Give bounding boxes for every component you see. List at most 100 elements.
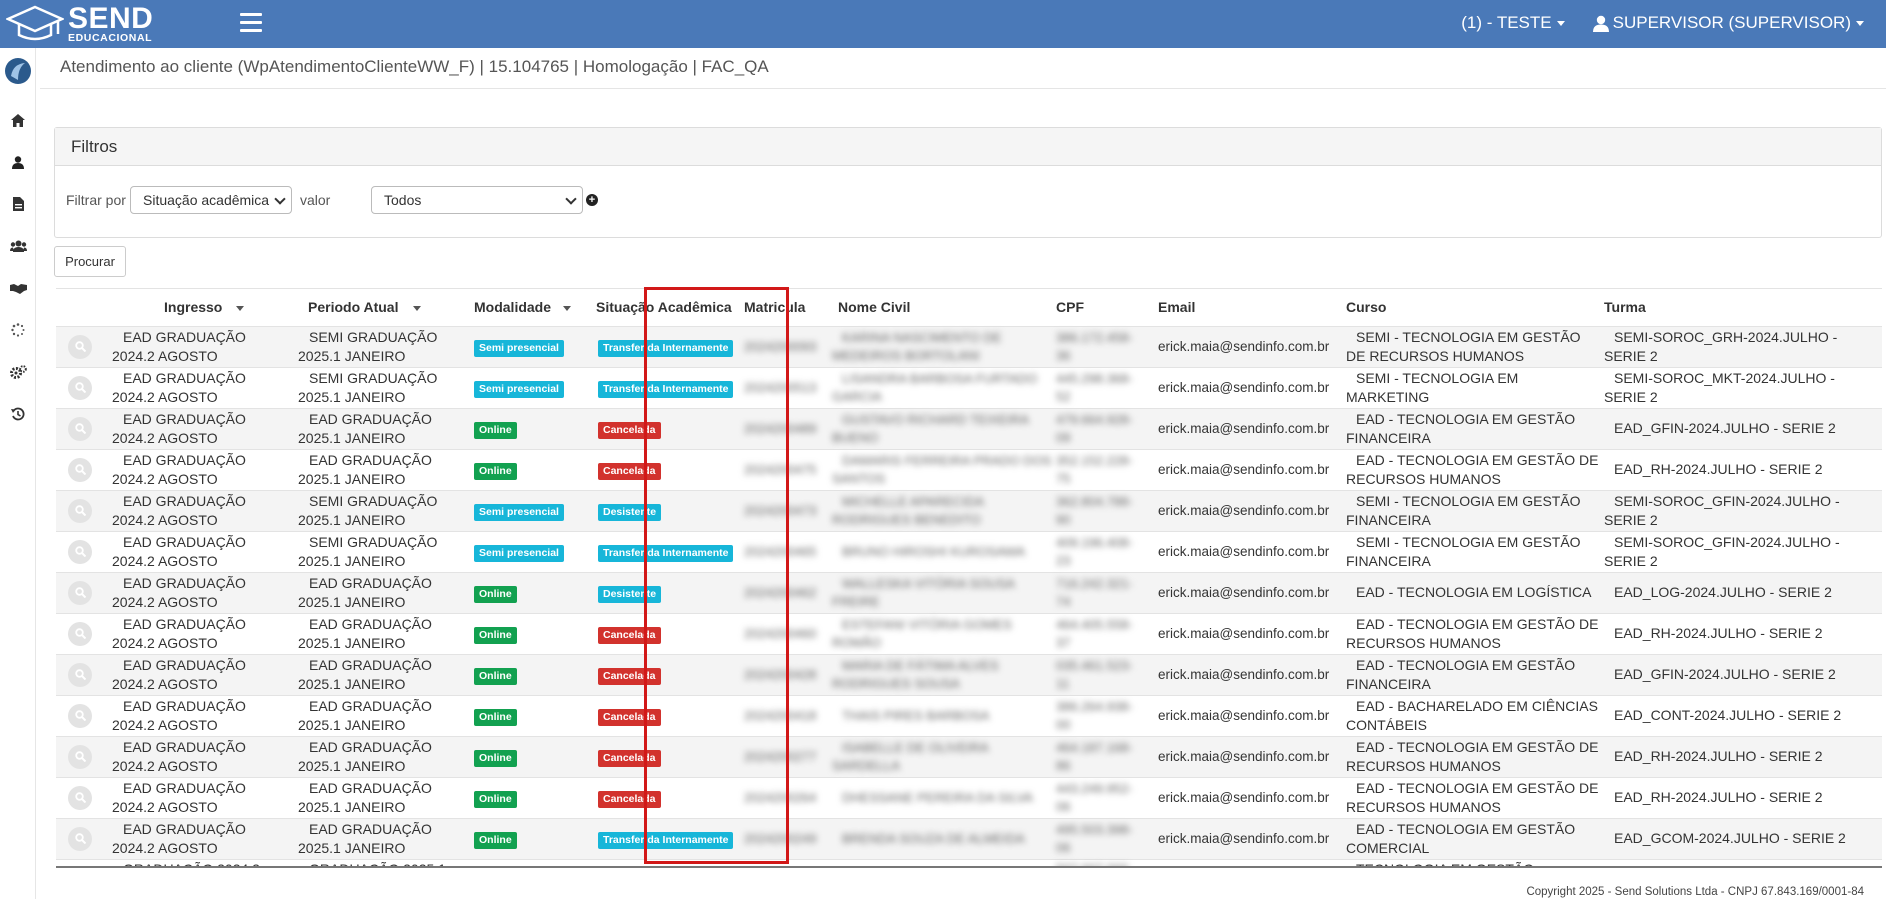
unit-menu[interactable]: (1) - TESTE xyxy=(1461,13,1565,33)
header-divider xyxy=(40,88,1886,89)
table-row[interactable]: EAD GRADUAÇÃO 2024.2 AGOSTO SEMI GRADUAÇÃ… xyxy=(56,530,1882,572)
cpf-cell: 479.664.928-09 xyxy=(1056,411,1133,445)
home-icon[interactable] xyxy=(8,110,28,130)
matricula-cell: 2024200264 xyxy=(744,789,817,805)
email-cell: erick.maia@sendinfo.com.br xyxy=(1158,380,1330,395)
view-record-icon[interactable] xyxy=(68,375,92,400)
table-row[interactable]: EAD GRADUAÇÃO 2024.2 AGOSTO EAD GRADUAÇÃO… xyxy=(56,612,1882,654)
menu-toggle-icon[interactable] xyxy=(240,13,262,33)
col-nome[interactable]: Nome Civil xyxy=(832,289,1056,326)
view-record-icon[interactable] xyxy=(68,662,92,687)
curso-cell: EAD - TECNOLOGIA EM GESTÃO FINANCEIRA xyxy=(1346,656,1576,692)
view-record-icon[interactable] xyxy=(68,334,92,359)
table-row[interactable]: EAD GRADUAÇÃO 2024.2 AGOSTO EAD GRADUAÇÃO… xyxy=(56,817,1882,859)
nome-cell: MARIA DE FÁTIMA ALVES RODRIGUES SOUSA xyxy=(832,657,999,691)
view-record-icon[interactable] xyxy=(68,457,92,482)
col-matricula[interactable]: Matricula xyxy=(738,289,832,326)
table-row[interactable]: EAD GRADUAÇÃO 2024.2 AGOSTO EAD GRADUAÇÃO… xyxy=(56,735,1882,777)
gears-icon[interactable] xyxy=(8,362,28,382)
view-record-icon[interactable] xyxy=(68,539,92,564)
table-row[interactable]: EAD GRADUAÇÃO 2024.2 AGOSTO EAD GRADUAÇÃO… xyxy=(56,776,1882,818)
matricula-cell: 2024200475 xyxy=(744,461,817,477)
view-record-icon[interactable] xyxy=(68,785,92,810)
curso-cell: EAD - BACHARELADO EM CIÊNCIAS CONTÁBEIS xyxy=(1346,697,1598,733)
turma-cell: SEMI-SOROC_GFIN-2024.JULHO - SERIE 2 xyxy=(1604,492,1840,528)
periodo-cell: EAD GRADUAÇÃO 2025.1 JANEIRO xyxy=(298,574,432,610)
modalidade-badge: Semi presencial xyxy=(474,339,564,357)
matricula-cell: 2024200428 xyxy=(744,666,817,682)
periodo-cell: EAD GRADUAÇÃO 2025.1 JANEIRO xyxy=(298,615,432,651)
matricula-cell: 2024200277 xyxy=(744,748,817,764)
situacao-badge: Cancelada xyxy=(598,708,661,726)
user-menu[interactable]: SUPERVISOR (SUPERVISOR) xyxy=(1592,13,1864,33)
chevron-down-icon xyxy=(1856,20,1864,26)
col-email[interactable]: Email xyxy=(1158,289,1346,326)
view-record-icon[interactable] xyxy=(68,826,92,851)
sort-caret-icon[interactable] xyxy=(236,306,245,312)
nome-cell: KARINA NASCIMENTO DE MEDEIROS BORTOLANI xyxy=(832,329,1002,363)
ingresso-cell: EAD GRADUAÇÃO 2024.2 AGOSTO xyxy=(112,328,246,364)
table-row[interactable]: EAD GRADUAÇÃO 2024.2 AGOSTO SEMI GRADUAÇÃ… xyxy=(56,325,1882,367)
document-icon[interactable] xyxy=(8,194,28,214)
table-body: EAD GRADUAÇÃO 2024.2 AGOSTO SEMI GRADUAÇÃ… xyxy=(56,325,1882,868)
filter-value-select[interactable]: Todos xyxy=(371,186,583,214)
table-row[interactable]: EAD GRADUAÇÃO 2024.2 AGOSTO SEMI GRADUAÇÃ… xyxy=(56,489,1882,531)
view-record-icon[interactable] xyxy=(68,498,92,523)
situacao-badge: Transferida Internamente xyxy=(598,831,734,849)
value-label: valor xyxy=(300,192,331,208)
situacao-badge: Desistente xyxy=(598,585,662,603)
view-record-icon[interactable] xyxy=(68,703,92,728)
spinner-icon[interactable] xyxy=(8,320,28,340)
curso-cell: EAD - TECNOLOGIA EM GESTÃO FINANCEIRA xyxy=(1346,410,1576,446)
situacao-badge: Cancelada xyxy=(598,462,661,480)
filter-field-select[interactable]: Situação acadêmica xyxy=(130,186,292,214)
history-icon[interactable] xyxy=(8,404,28,424)
table-row[interactable]: EAD GRADUAÇÃO 2024.2 AGOSTO SEMI GRADUAÇÃ… xyxy=(56,366,1882,408)
col-turma[interactable]: Turma xyxy=(1604,289,1882,326)
modalidade-badge: Online xyxy=(474,626,517,644)
chevron-down-icon xyxy=(274,193,286,205)
periodo-cell: EAD GRADUAÇÃO 2025.1 JANEIRO xyxy=(298,697,432,733)
cpf-cell: 352.152.228-75 xyxy=(1056,452,1133,486)
col-modalidade[interactable]: Modalidade xyxy=(474,289,588,326)
app-logo-icon[interactable] xyxy=(3,56,33,86)
col-ingresso[interactable]: Ingresso xyxy=(108,289,294,326)
col-cpf[interactable]: CPF xyxy=(1056,289,1158,326)
table-row[interactable]: EAD GRADUAÇÃO 2024.2 AGOSTO EAD GRADUAÇÃO… xyxy=(56,407,1882,449)
nome-cell: THAIS PIRES BARBOSA xyxy=(842,707,990,723)
view-record-icon[interactable] xyxy=(68,416,92,441)
sort-caret-icon[interactable] xyxy=(412,306,421,312)
footer-copyright: Copyright 2025 - Send Solutions Ltda - C… xyxy=(1526,886,1864,898)
email-cell: erick.maia@sendinfo.com.br xyxy=(1158,708,1330,723)
sort-caret-icon[interactable] xyxy=(563,306,572,312)
brand-logo[interactable]: SEND EDUCACIONAL xyxy=(6,4,153,44)
group-icon[interactable] xyxy=(8,236,28,256)
nome-cell: BRUNO HIROSHI KUROSAWA xyxy=(842,543,1026,559)
table-row[interactable]: EAD GRADUAÇÃO 2024.2 AGOSTO EAD GRADUAÇÃO… xyxy=(56,694,1882,736)
person-icon[interactable] xyxy=(8,152,28,172)
handshake-icon[interactable] xyxy=(8,278,28,298)
view-record-icon[interactable] xyxy=(68,621,92,646)
email-cell: erick.maia@sendinfo.com.br xyxy=(1158,749,1330,764)
periodo-cell: EAD GRADUAÇÃO 2025.1 JANEIRO xyxy=(298,820,432,856)
table-row[interactable]: EAD GRADUAÇÃO 2024.2 AGOSTO EAD GRADUAÇÃO… xyxy=(56,571,1882,613)
ingresso-cell: EAD GRADUAÇÃO 2024.2 AGOSTO xyxy=(112,369,246,405)
filter-field-value: Situação acadêmica xyxy=(143,192,270,208)
col-situacao[interactable]: Situação Acadêmica xyxy=(588,289,738,326)
col-periodo[interactable]: Periodo Atual xyxy=(294,289,474,326)
situacao-badge: Cancelada xyxy=(598,421,661,439)
col-curso[interactable]: Curso xyxy=(1346,289,1604,326)
ingresso-cell: EAD GRADUAÇÃO 2024.2 AGOSTO xyxy=(112,779,246,815)
view-record-icon[interactable] xyxy=(68,580,92,605)
add-filter-icon[interactable]: + xyxy=(586,194,598,206)
table-row[interactable]: EAD GRADUAÇÃO 2024.2 AGOSTO EAD GRADUAÇÃO… xyxy=(56,653,1882,695)
table-row[interactable]: EAD GRADUAÇÃO 2024.2 AGOSTO EAD GRADUAÇÃO… xyxy=(56,448,1882,490)
modalidade-badge: Online xyxy=(474,749,517,767)
view-record-icon[interactable] xyxy=(68,744,92,769)
nome-cell: BRENDA SOUZA DE ALMEIDA xyxy=(842,830,1025,846)
turma-cell: SEMI-SOROC_MKT-2024.JULHO - SERIE 2 xyxy=(1604,369,1835,405)
search-button[interactable]: Procurar xyxy=(54,246,126,277)
graduation-cap-icon xyxy=(6,5,64,41)
situacao-badge: Cancelada xyxy=(598,749,661,767)
cpf-cell: 386.264.938-00 xyxy=(1056,698,1133,732)
